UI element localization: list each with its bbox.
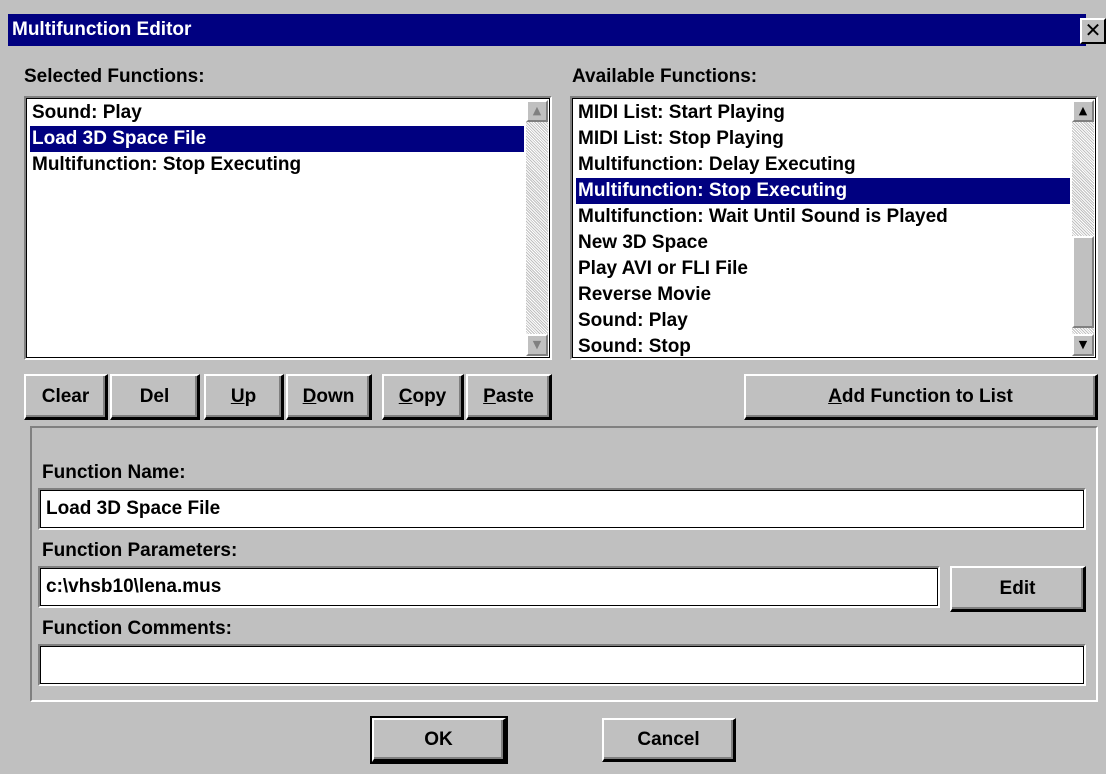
available-list-scrollbar[interactable]: ▲ ▼ — [1072, 100, 1094, 356]
close-icon[interactable]: ✕ — [1080, 18, 1106, 44]
add-function-button[interactable]: Add Function to List — [744, 374, 1098, 420]
paste-button[interactable]: Paste — [466, 374, 552, 420]
function-name-label: Function Name: — [42, 462, 186, 483]
function-comments-field[interactable] — [38, 644, 1086, 686]
function-parameters-field[interactable] — [38, 566, 940, 608]
selected-function-item[interactable]: Sound: Play — [30, 100, 524, 126]
selected-functions-items: Sound: Play Load 3D Space File Multifuncti… — [30, 100, 524, 178]
available-functions-label: Available Functions: — [572, 66, 758, 87]
scroll-down-arrow-icon[interactable]: ▼ — [1072, 334, 1094, 356]
selected-list-scrollbar[interactable]: ▲ ▼ — [526, 100, 548, 356]
available-functions-list[interactable]: MIDI List: Start Playing MIDI List: Stop … — [570, 96, 1098, 360]
up-button[interactable]: Up — [204, 374, 284, 420]
available-function-item[interactable]: Sound: Play — [576, 308, 1070, 334]
available-functions-items: MIDI List: Start Playing MIDI List: Stop … — [576, 100, 1070, 358]
available-function-item[interactable]: Sound: Stop — [576, 334, 1070, 358]
edit-button[interactable]: Edit — [950, 566, 1086, 612]
scroll-down-arrow-icon[interactable]: ▼ — [526, 334, 548, 356]
available-function-item[interactable]: Reverse Movie — [576, 282, 1070, 308]
delete-button[interactable]: Del — [110, 374, 200, 420]
available-function-item[interactable]: Play AVI or FLI File — [576, 256, 1070, 282]
function-name-field[interactable] — [38, 488, 1086, 530]
selected-function-item[interactable]: Multifunction: Stop Executing — [30, 152, 524, 178]
copy-button[interactable]: Copy — [382, 374, 464, 420]
down-button-label: own — [316, 385, 355, 407]
cancel-button[interactable]: Cancel — [602, 718, 736, 762]
down-button-mnemonic: D — [302, 385, 317, 407]
copy-button-mnemonic: C — [398, 385, 413, 407]
add-function-label: dd Function to List — [841, 385, 1013, 407]
window-title: Multifunction Editor — [12, 19, 192, 40]
available-function-item[interactable]: New 3D Space — [576, 230, 1070, 256]
available-function-item[interactable]: MIDI List: Stop Playing — [576, 126, 1070, 152]
up-button-mnemonic: U — [230, 385, 245, 407]
down-button[interactable]: Down — [286, 374, 372, 420]
selected-function-item[interactable]: Load 3D Space File — [30, 126, 524, 152]
up-button-label: p — [244, 385, 257, 407]
scrollbar-thumb[interactable] — [1072, 236, 1094, 328]
function-parameters-label: Function Parameters: — [42, 540, 238, 561]
ok-button[interactable]: OK — [370, 716, 508, 764]
available-function-item[interactable]: Multifunction: Delay Executing — [576, 152, 1070, 178]
paste-button-label: aste — [495, 385, 534, 407]
available-function-item[interactable]: MIDI List: Start Playing — [576, 100, 1070, 126]
available-function-item[interactable]: Multifunction: Stop Executing — [576, 178, 1070, 204]
scroll-up-arrow-icon[interactable]: ▲ — [526, 100, 548, 122]
paste-button-mnemonic: P — [483, 385, 496, 407]
function-comments-label: Function Comments: — [42, 618, 232, 639]
selected-functions-list[interactable]: Sound: Play Load 3D Space File Multifuncti… — [24, 96, 552, 360]
scroll-up-arrow-icon[interactable]: ▲ — [1072, 100, 1094, 122]
add-function-mnemonic: A — [828, 385, 842, 407]
clear-button[interactable]: Clear — [24, 374, 108, 420]
available-function-item[interactable]: Multifunction: Wait Until Sound is Playe… — [576, 204, 1070, 230]
selected-functions-label: Selected Functions: — [24, 66, 205, 87]
copy-button-label: opy — [412, 385, 447, 407]
